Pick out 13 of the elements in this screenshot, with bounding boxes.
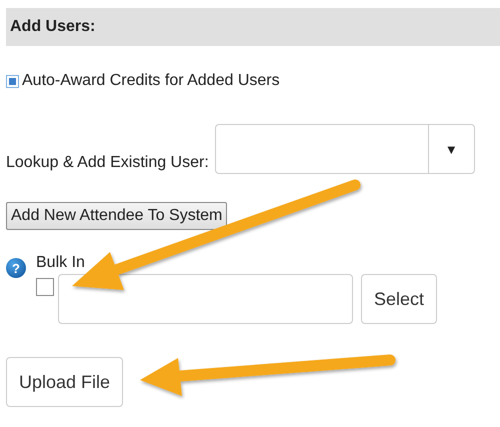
add-attendee-button[interactable]: Add New Attendee To System	[6, 202, 228, 230]
checkbox-label: Auto-Award Credits for Added Users	[22, 72, 280, 90]
upload-file-button[interactable]: Upload File	[6, 357, 124, 407]
checkbox[interactable]	[6, 74, 19, 88]
section-title: Add Users:	[10, 18, 96, 36]
file-field[interactable]	[58, 274, 353, 324]
bulk-import-label: Bulk In	[36, 254, 85, 271]
select-button[interactable]: Select	[361, 274, 438, 324]
checkbox[interactable]	[36, 278, 54, 296]
help-icon[interactable]: ?	[6, 258, 26, 278]
caret-icon[interactable]: ▼	[428, 125, 474, 173]
lookup-combobox[interactable]: ▼	[214, 124, 475, 174]
lookup-label: Lookup & Add Existing User:	[6, 154, 209, 172]
